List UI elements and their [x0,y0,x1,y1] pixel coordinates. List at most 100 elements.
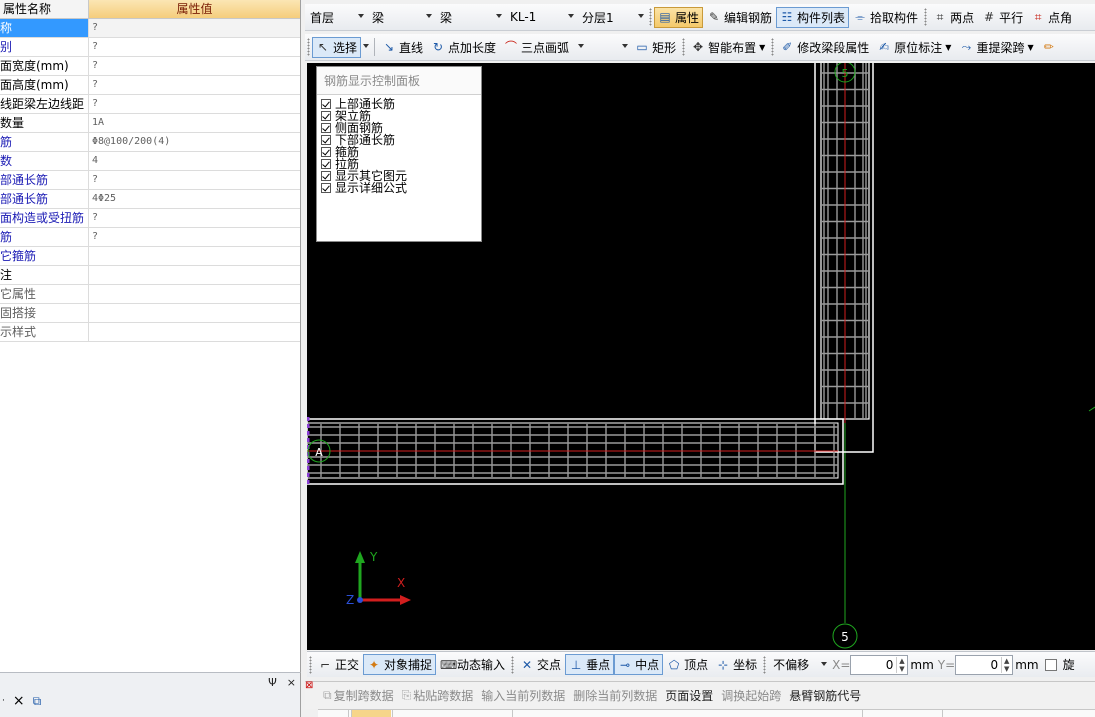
property-row[interactable]: 它箍筋 [0,247,300,266]
cantilever-code-button[interactable]: 悬臂钢筋代号 [785,687,865,704]
toolbar-grip [763,655,767,674]
line-button[interactable]: ↘ 直线 [378,37,427,58]
brush-button[interactable]: ✏ [1038,37,1060,58]
property-row[interactable]: 部通长筋? [0,171,300,190]
property-value[interactable]: ? [89,95,300,113]
property-row[interactable]: 数4 [0,152,300,171]
property-value[interactable]: 4 [89,152,300,170]
property-button[interactable]: ▤ 属性 [654,6,704,28]
input-current-col-button[interactable]: 输入当前列数据 [477,687,569,704]
pick-component-button[interactable]: ⌯ 拾取构件 [849,7,922,28]
smart-layout-button[interactable]: ✥ 智能布置 ▼ [687,37,769,58]
dynamic-input-button[interactable]: ⌨ 动态输入 [436,654,509,675]
offset-mode-select[interactable]: 不偏移 [768,655,830,675]
property-value[interactable]: 1A [89,114,300,132]
x-spinner[interactable]: ▲ ▼ [896,656,906,673]
swap-start-span-button[interactable]: 调换起始跨 [717,687,785,704]
modify-span-button[interactable]: ✐ 修改梁段属性 [776,37,873,58]
property-row[interactable]: 部通长筋 4Φ25 [0,190,300,209]
arc-mode-dropdown[interactable] [573,37,631,57]
property-value[interactable] [89,323,300,341]
property-row[interactable]: 它属性 [0,285,300,304]
property-row[interactable]: 筋? [0,228,300,247]
coord-snap-button[interactable]: ⊹ 坐标 [712,654,761,675]
copy-span-data-button[interactable]: ⧉ 复制跨数据 [319,687,398,704]
floor-select[interactable]: 首层 [305,7,367,27]
page-setup-button[interactable]: 页面设置 [661,687,717,704]
rebar-toggle[interactable]: 显示详细公式 [321,182,481,194]
property-value[interactable]: ? [89,228,300,246]
property-row[interactable]: 面高度(mm)? [0,76,300,95]
property-row[interactable]: 固搭接 [0,304,300,323]
y-spinner[interactable]: ▲ ▼ [1001,656,1011,673]
property-row[interactable]: 别? [0,38,300,57]
tree-expand-icon[interactable]: · [2,696,5,706]
component-select[interactable]: KL-1 [505,7,577,27]
property-value[interactable]: ? [89,76,300,94]
property-row[interactable]: 称? [0,19,300,38]
rotate-checkbox[interactable] [1044,658,1057,671]
property-value[interactable] [89,247,300,265]
property-row[interactable]: 面宽度(mm)? [0,57,300,76]
rect-button[interactable]: ▭ 矩形 [631,37,680,58]
midpoint-snap-button[interactable]: ⊸ 中点 [614,654,664,675]
checkbox[interactable] [321,123,331,133]
property-row[interactable]: 数量 1A [0,114,300,133]
property-value[interactable] [89,304,300,322]
perpendicular-snap-button[interactable]: ⊥ 垂点 [565,654,615,675]
checkbox[interactable] [321,147,331,157]
col-header-value[interactable]: 属性值 [89,0,300,18]
property-value[interactable] [89,266,300,284]
paste-span-data-button[interactable]: ⎘ 粘贴跨数据 [398,687,478,704]
property-value[interactable]: ? [89,171,300,189]
delete-icon[interactable]: × [13,693,25,709]
col-header-name[interactable]: 属性名称 [0,0,89,18]
checkbox[interactable] [321,159,331,169]
intersect-snap-button[interactable]: ✕ 交点 [516,654,565,675]
layer-select[interactable]: 分层1 [577,7,647,27]
modify-span-icon: ✐ [782,40,793,54]
close-icon[interactable]: × [287,676,296,689]
pin-icon[interactable]: Ψ [268,676,277,689]
y-input[interactable]: 0 ▲ ▼ [955,654,1014,675]
component-list-button[interactable]: ☷ 构件列表 [776,6,850,28]
vertex-snap-button[interactable]: ⬠ 顶点 [663,654,712,675]
edit-rebar-button[interactable]: ✎ 编辑钢筋 [703,7,776,28]
property-value[interactable]: Φ8@100/200(4) [89,133,300,151]
property-value[interactable]: ? [89,209,300,227]
panel-close-icon[interactable]: ⊠ [305,681,317,693]
category-select[interactable]: 梁 [367,7,435,27]
drawing-canvas[interactable]: 5 A 5 Y X Z 钢筋显示控制面板 上部通长筋 架立筋 侧面钢筋 下部通长… [307,63,1095,650]
property-value[interactable]: ? [89,57,300,75]
property-row[interactable]: 注 [0,266,300,285]
x-input[interactable]: 0 ▲ ▼ [850,654,909,675]
subcategory-select[interactable]: 梁 [435,7,505,27]
copy-icon[interactable]: ⧉ [33,694,42,709]
property-value[interactable] [89,285,300,303]
checkbox[interactable] [321,135,331,145]
property-row[interactable]: 面构造或受扭筋? [0,209,300,228]
select-button[interactable]: ↖ 选择 [312,36,362,58]
property-value[interactable]: 4Φ25 [89,190,300,208]
property-row[interactable]: 示样式 [0,323,300,342]
checkbox[interactable] [321,171,331,181]
checkbox[interactable] [321,111,331,121]
property-row[interactable]: 线距梁左边线距? [0,95,300,114]
checkbox[interactable] [321,99,331,109]
parallel-button[interactable]: # 平行 [978,7,1027,28]
ortho-button[interactable]: ⌐ 正交 [314,654,363,675]
two-points-button[interactable]: ⌗ 两点 [929,7,978,28]
re-extract-span-button[interactable]: ⤳ 重提梁跨 ▼ [955,37,1037,58]
property-value[interactable]: ? [89,19,300,37]
point-length-button[interactable]: ↻ 点加长度 [427,37,500,58]
point-angle-button[interactable]: ⌗ 点角 [1027,7,1076,28]
delete-current-col-button[interactable]: 删除当前列数据 [569,687,661,704]
osnap-button[interactable]: ✦ 对象捕捉 [363,654,437,675]
property-row[interactable]: 筋 Φ8@100/200(4) [0,133,300,152]
in-place-label-button[interactable]: ✍ 原位标注 ▼ [873,37,955,58]
three-point-arc-button[interactable]: ⌒ 三点画弧 [500,37,573,58]
point-length-label: 点加长度 [448,40,497,55]
checkbox[interactable] [321,183,331,193]
property-value[interactable]: ? [89,38,300,56]
select-dropdown[interactable] [361,37,371,57]
